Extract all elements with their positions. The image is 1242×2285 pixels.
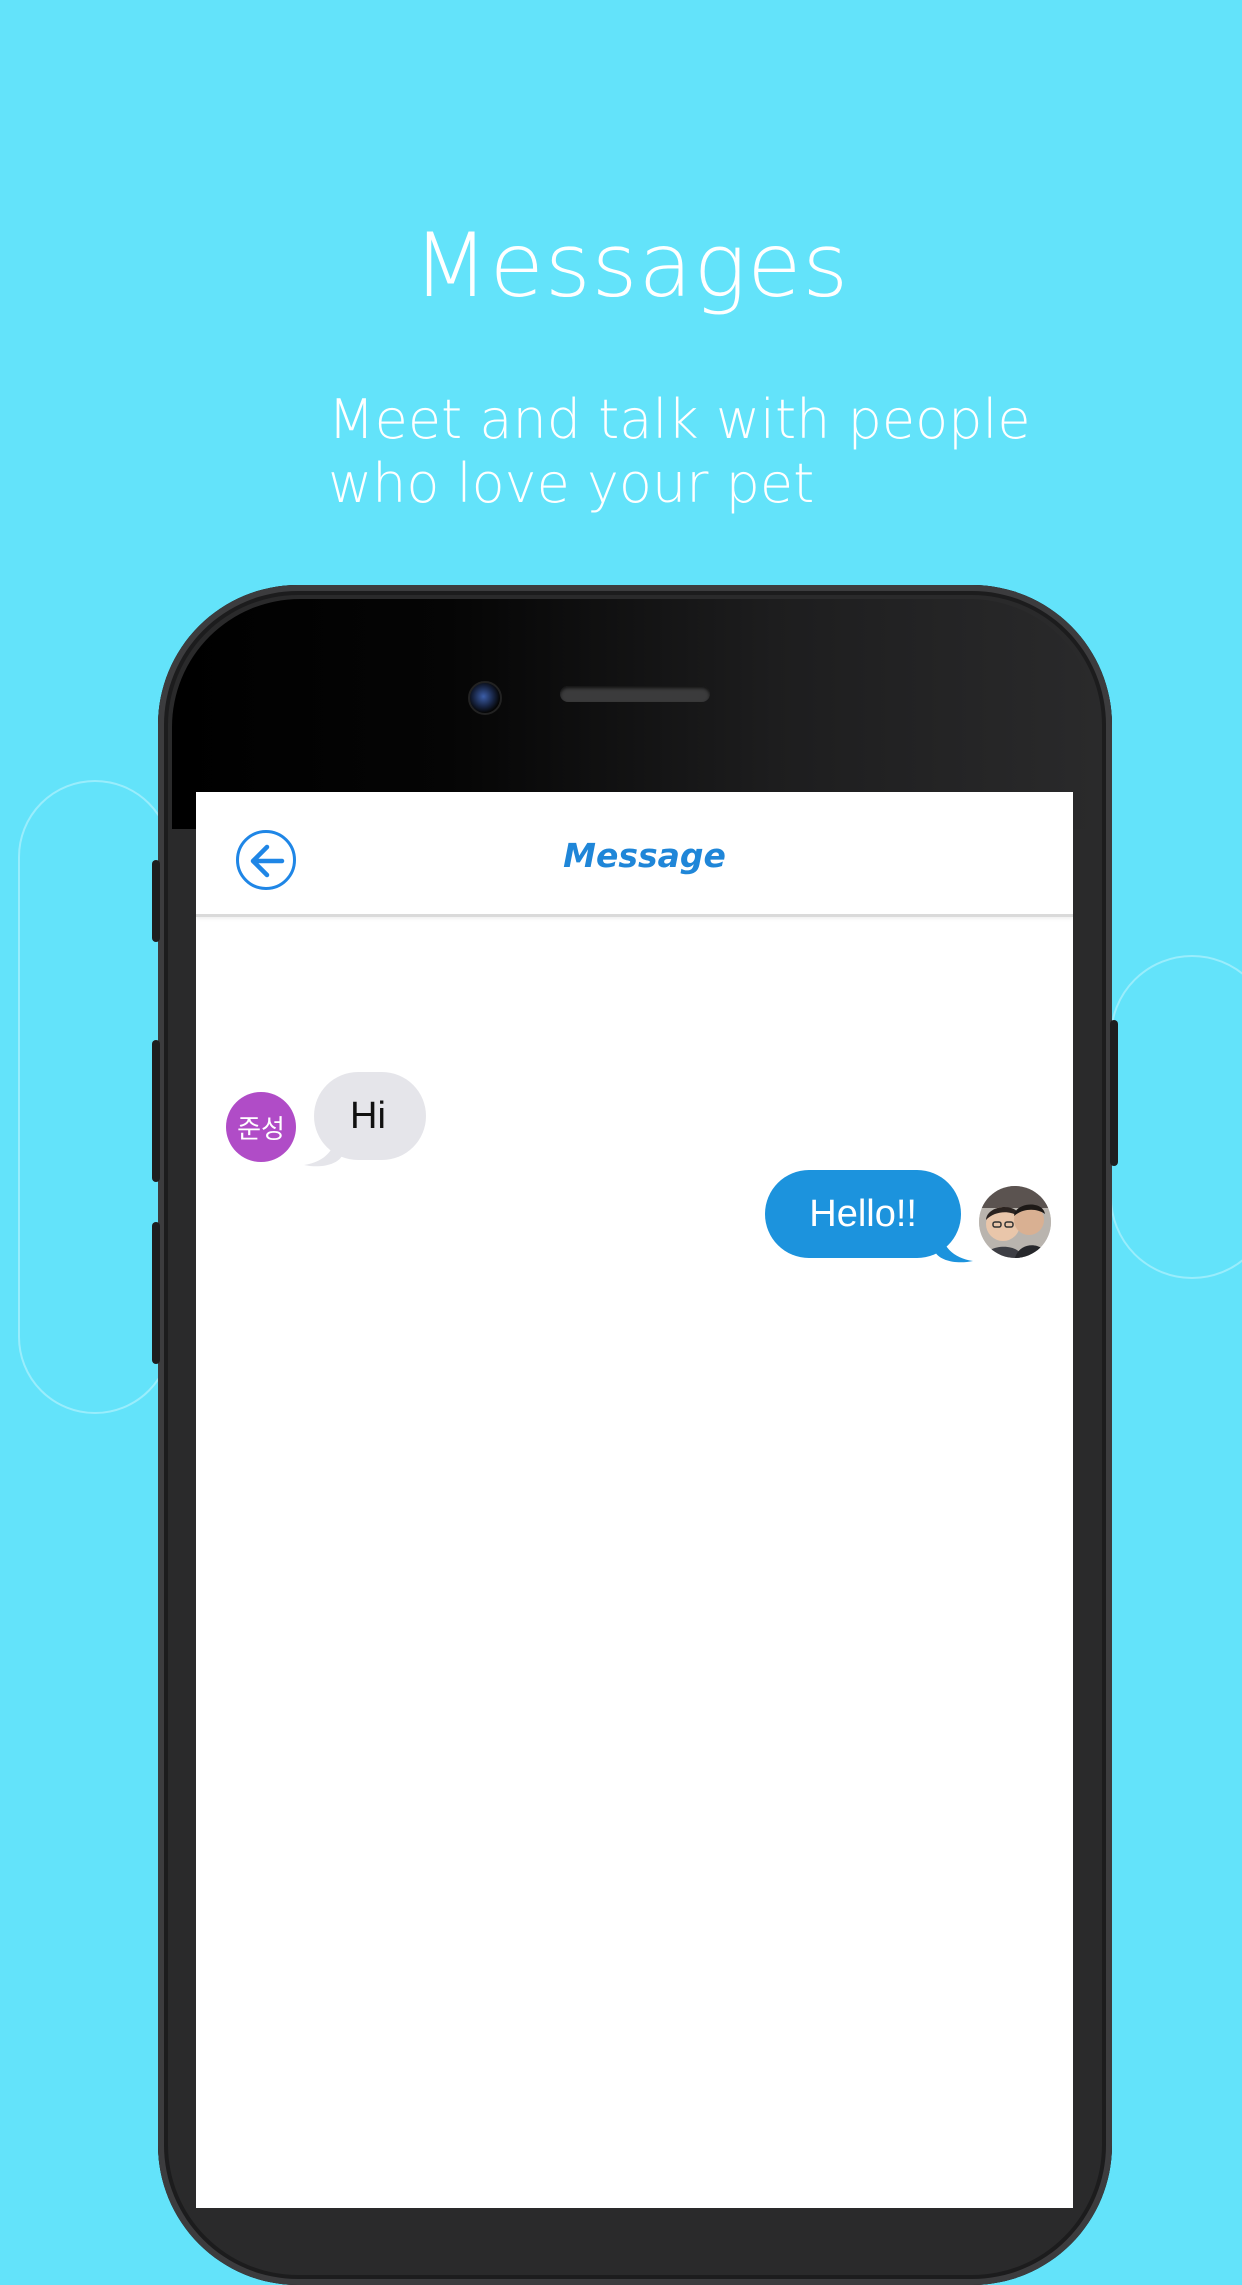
message-text: Hi <box>350 1094 386 1137</box>
message-text: Hello!! <box>809 1192 917 1235</box>
promo-title: Messages <box>412 214 850 317</box>
phone-volume-up-button <box>152 1040 160 1182</box>
app-screen: Message 준성 Hi Hello!! <box>196 792 1073 2208</box>
nav-title: Message <box>563 836 726 875</box>
background-decoration-left <box>18 780 172 1414</box>
avatar[interactable]: 준성 <box>226 1092 296 1162</box>
front-camera <box>468 681 502 715</box>
navigation-bar: Message <box>196 792 1073 917</box>
background-decoration-right <box>1110 955 1242 1279</box>
user-avatar-photo[interactable] <box>979 1186 1051 1258</box>
user-photo-icon <box>979 1186 1051 1258</box>
outgoing-message-bubble[interactable]: Hello!! <box>765 1170 961 1258</box>
promo-subtitle: Meet and talk with people who love your … <box>328 388 1031 516</box>
promo-subtitle-line-2: who love your pet <box>328 452 815 515</box>
phone-mute-switch <box>152 860 160 942</box>
phone-volume-down-button <box>152 1222 160 1364</box>
phone-power-button <box>1110 1020 1118 1166</box>
incoming-message-bubble[interactable]: Hi <box>314 1072 426 1160</box>
earpiece-speaker <box>560 686 710 702</box>
promo-subtitle-line-1: Meet and talk with people <box>328 388 1031 451</box>
